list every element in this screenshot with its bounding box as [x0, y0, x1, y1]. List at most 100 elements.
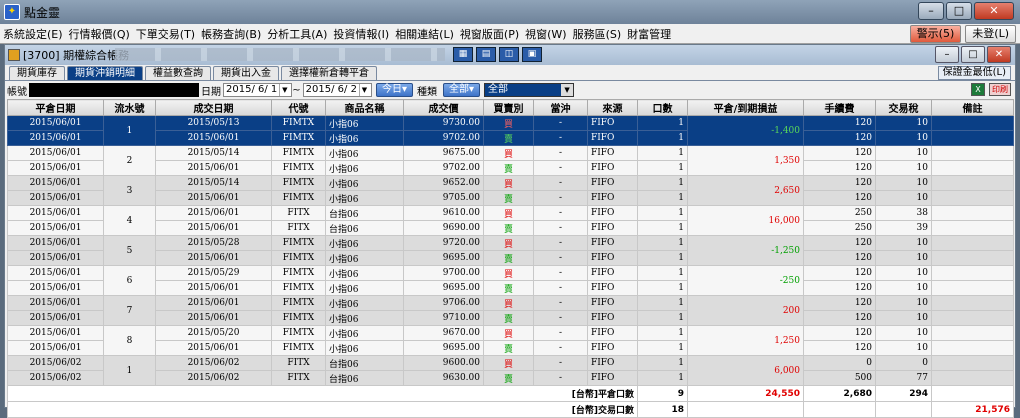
cell-trade-date: 2015/06/01: [155, 310, 272, 326]
cell-tax: 77: [875, 370, 932, 386]
product-select[interactable]: 全部 ▼: [484, 83, 575, 97]
child-maximize-button[interactable]: □: [961, 46, 985, 63]
cell-close-date: 2015/06/01: [7, 280, 104, 296]
cell-daytrade: -: [533, 130, 588, 146]
table-row[interactable]: 2015/06/01 2015/06/01 FIMTX 小指06 9702.00 賣 - FI…: [7, 130, 1014, 146]
menu-window[interactable]: 視窗(W): [522, 26, 569, 42]
close-button[interactable]: ✕: [974, 2, 1014, 20]
login-button[interactable]: 未登(L): [965, 25, 1016, 43]
chevron-down-icon[interactable]: ▼: [358, 84, 369, 96]
cell-qty: 1: [637, 370, 688, 386]
cell-note: [931, 370, 1014, 386]
table-row[interactable]: 2015/06/01 7 2015/06/01 FIMTX 小指06 9706.00 買 - F…: [7, 295, 1014, 326]
col-tax[interactable]: 交易稅: [875, 99, 932, 116]
table-row[interactable]: 2015/06/01 2015/06/01 FIMTX 小指06 9705.00 賣 - FI…: [7, 190, 1014, 206]
minimize-button[interactable]: –: [918, 2, 944, 20]
cell-source: FIFO: [587, 115, 638, 131]
cell-close-date: 2015/06/01: [7, 190, 104, 206]
col-trade-date[interactable]: 成交日期: [155, 99, 272, 116]
menu-account-query[interactable]: 帳務查詢(B): [198, 26, 264, 42]
col-pnl[interactable]: 平倉/到期損益: [687, 99, 804, 116]
table-row[interactable]: 2015/06/01 5 2015/05/28 FIMTX 小指06 9720.00 買 - F…: [7, 235, 1014, 266]
cell-tax: 10: [875, 280, 932, 296]
tab-equity-query[interactable]: 權益數查詢: [145, 66, 211, 80]
cell-side: 買: [483, 175, 534, 191]
cell-code: FIMTX: [271, 325, 326, 341]
type-select[interactable]: 全部▾: [442, 83, 481, 97]
menu-links[interactable]: 相關連結(L): [392, 26, 457, 42]
table-row[interactable]: 2015/06/02 2015/06/02 FITX 台指06 9630.00 賣 - FIF…: [7, 370, 1014, 386]
table-body: 2015/06/01 1 2015/05/13 FIMTX 小指06 9730.00 買 - F…: [7, 115, 1014, 418]
cell-side: 賣: [483, 370, 534, 386]
table-row[interactable]: 2015/06/01 2015/06/01 FIMTX 小指06 9695.00 賣 - FI…: [7, 250, 1014, 266]
menu-service[interactable]: 服務區(S): [570, 26, 625, 42]
date-from-input[interactable]: 2015/ 6/ 1 ▼: [223, 83, 293, 97]
cell-serial: 6: [103, 265, 156, 296]
cell-source: FIFO: [587, 295, 638, 311]
col-daytrade[interactable]: 當沖: [533, 99, 588, 116]
redacted-region: [115, 48, 445, 61]
cell-side: 買: [483, 235, 534, 251]
col-qty[interactable]: 口數: [637, 99, 688, 116]
print-icon[interactable]: 印刷: [989, 83, 1011, 96]
tab-options-conversion[interactable]: 選擇權新倉轉平倉: [281, 66, 377, 80]
cell-source: FIFO: [587, 355, 638, 371]
maximize-button[interactable]: □: [946, 2, 972, 20]
table-row[interactable]: 2015/06/01 3 2015/05/14 FIMTX 小指06 9652.00 買 - F…: [7, 175, 1014, 206]
menu-system-settings[interactable]: 系統設定(E): [0, 26, 66, 42]
menu-layout[interactable]: 視窗版面(P): [457, 26, 522, 42]
cell-fee: 120: [803, 265, 876, 281]
child-minimize-button[interactable]: –: [935, 46, 959, 63]
today-button[interactable]: 今日▾: [375, 83, 413, 97]
menu-wealth[interactable]: 財富管理: [624, 26, 674, 42]
child-close-button[interactable]: ✕: [987, 46, 1011, 63]
col-serial[interactable]: 流水號: [103, 99, 156, 116]
col-product-name[interactable]: 商品名稱: [325, 99, 404, 116]
layout-icon[interactable]: ▦: [453, 47, 473, 62]
grid-icon[interactable]: ▣: [522, 47, 542, 62]
chevron-down-icon[interactable]: ▼: [279, 84, 289, 96]
cell-side: 賣: [483, 310, 534, 326]
date-to-input[interactable]: 2015/ 6/ 2 ▼: [302, 83, 372, 97]
margin-min-button[interactable]: 保證金最低(L): [937, 66, 1011, 80]
col-code[interactable]: 代號: [271, 99, 326, 116]
split-icon[interactable]: ◫: [499, 47, 519, 62]
col-side[interactable]: 買賣別: [483, 99, 534, 116]
cell-tax: 10: [875, 145, 932, 161]
table-row[interactable]: 2015/06/01 1 2015/05/13 FIMTX 小指06 9730.00 買 - F…: [7, 115, 1014, 146]
table-row[interactable]: 2015/06/01 2015/06/01 FIMTX 小指06 9702.00 賣 - FI…: [7, 160, 1014, 176]
list-icon[interactable]: ▤: [476, 47, 496, 62]
table-row[interactable]: 2015/06/02 1 2015/06/02 FITX 台指06 9600.00 買 - FI…: [7, 355, 1014, 386]
menu-quotes[interactable]: 行情報價(Q): [66, 26, 133, 42]
cell-close-date: 2015/06/01: [7, 205, 104, 221]
cell-note: [931, 295, 1014, 311]
table-row[interactable]: 2015/06/01 2 2015/05/14 FIMTX 小指06 9675.00 買 - F…: [7, 145, 1014, 176]
table-row[interactable]: 2015/06/01 6 2015/05/29 FIMTX 小指06 9700.00 買 - F…: [7, 265, 1014, 296]
menu-investment-info[interactable]: 投資情報(I): [330, 26, 392, 42]
col-fee[interactable]: 手續費: [803, 99, 876, 116]
menu-analysis-tools[interactable]: 分析工具(A): [264, 26, 330, 42]
tab-futures-offset-detail[interactable]: 期貨沖銷明細: [67, 66, 143, 80]
cell-note: [931, 115, 1014, 131]
table-row[interactable]: 2015/06/01 4 2015/06/01 FITX 台指06 9610.00 買 - FI…: [7, 205, 1014, 236]
table-row[interactable]: 2015/06/01 8 2015/05/20 FIMTX 小指06 9670.00 買 - F…: [7, 325, 1014, 356]
table-row[interactable]: 2015/06/01 2015/06/01 FIMTX 小指06 9695.00 賣 - FI…: [7, 280, 1014, 296]
col-price[interactable]: 成交價: [403, 99, 484, 116]
alert-button[interactable]: 警示(5): [909, 25, 962, 43]
chevron-down-icon[interactable]: ▼: [561, 84, 574, 96]
cell-side: 買: [483, 295, 534, 311]
table-row[interactable]: 2015/06/01 2015/06/01 FIMTX 小指06 9710.00 賣 - FI…: [7, 310, 1014, 326]
tab-futures-inventory[interactable]: 期貨庫存: [9, 66, 65, 80]
cell-tax: 10: [875, 325, 932, 341]
col-note[interactable]: 備註: [931, 99, 1014, 116]
excel-export-icon[interactable]: X: [971, 83, 985, 96]
table-row[interactable]: 2015/06/01 2015/06/01 FITX 台指06 9690.00 賣 - FIF…: [7, 220, 1014, 236]
account-select[interactable]: [29, 83, 199, 97]
col-source[interactable]: 來源: [587, 99, 638, 116]
tab-futures-deposit[interactable]: 期貨出入金: [213, 66, 279, 80]
cell-product-name: 小指06: [325, 280, 404, 296]
col-close-date[interactable]: 平倉日期: [7, 99, 104, 116]
table-row[interactable]: 2015/06/01 2015/06/01 FIMTX 小指06 9695.00 賣 - FI…: [7, 340, 1014, 356]
cell-source: FIFO: [587, 160, 638, 176]
menu-order[interactable]: 下單交易(T): [133, 26, 198, 42]
